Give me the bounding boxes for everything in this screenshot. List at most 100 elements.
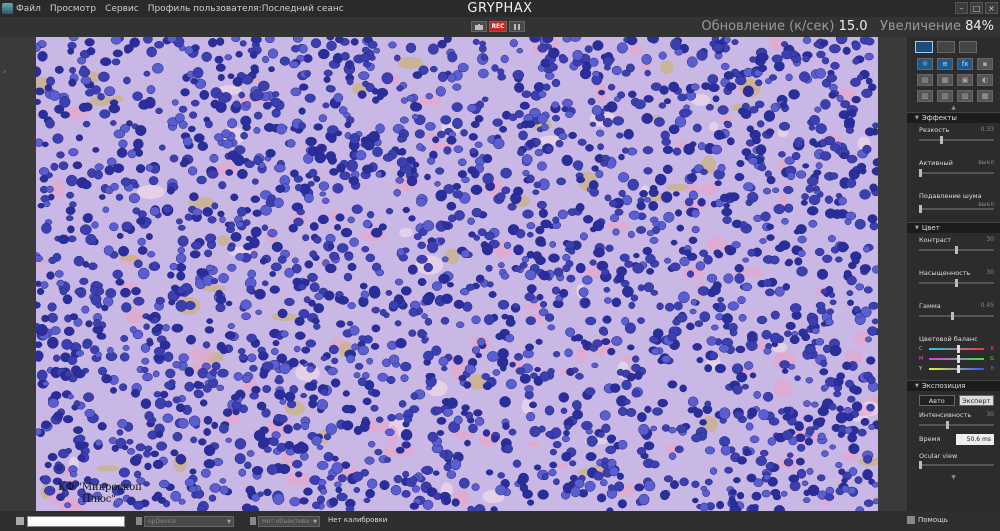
balance-cr-slider[interactable]: C R (919, 344, 994, 354)
collapse-triangle-icon: ▼ (915, 383, 919, 389)
expert-exposure-button[interactable]: Эксперт (958, 395, 994, 406)
saturation-value: 30 (986, 269, 994, 276)
noise-slider[interactable] (919, 205, 994, 213)
sharpness-control: Резкость 0.33 (907, 123, 1000, 156)
text-tool-icon[interactable] (16, 517, 24, 525)
gamma-value: 0.45 (980, 302, 994, 309)
contrast-value: 30 (986, 236, 994, 243)
pause-icon (514, 23, 520, 30)
balance-left-label: M (919, 356, 924, 362)
tool-icon-5[interactable]: ▤ (917, 74, 933, 86)
effects-section-header[interactable]: ▼ Эффекты (907, 112, 1000, 123)
exposure-mode-toggle: Авто Эксперт (907, 391, 1000, 408)
view-mode-1-button[interactable] (915, 41, 933, 53)
device-icon (136, 517, 142, 525)
brightness-icon[interactable]: ☼ (917, 58, 933, 70)
contrast-control: Контраст 30 (907, 233, 1000, 266)
menu-bar: Файл Просмотр Сервис Профиль пользовател… (0, 0, 1000, 17)
noise-label: Подавление шума (919, 192, 982, 200)
chevron-up-icon[interactable]: ▲ (907, 104, 1000, 112)
view-mode-3-button[interactable] (959, 41, 977, 53)
close-button[interactable]: × (985, 2, 998, 14)
tool-icon-12[interactable]: ▩ (977, 90, 993, 102)
tool-icons-row-3: ▥ ▧ ▨ ▩ (907, 88, 1000, 104)
effects-title: Эффекты (921, 114, 957, 122)
slider-thumb[interactable] (955, 279, 958, 287)
slider-thumb[interactable] (956, 345, 960, 353)
tool-icon-8[interactable]: ◐ (977, 74, 993, 86)
snapshot-button[interactable] (471, 21, 487, 32)
tool-icons-row-2: ▤ ▦ ▣ ◐ (907, 72, 1000, 88)
objective-dropdown[interactable]: Нет объектива ▼ (258, 516, 320, 527)
fx-icon[interactable]: fx (957, 58, 973, 70)
balance-right-label: G (990, 356, 994, 362)
slider-thumb[interactable] (956, 355, 960, 363)
menu-user-profile[interactable]: Профиль пользователя:Последний сеанс (148, 4, 344, 14)
slider-thumb[interactable] (919, 461, 922, 469)
help-icon (907, 516, 915, 524)
menu-view[interactable]: Просмотр (50, 4, 96, 14)
minimize-button[interactable]: – (955, 2, 968, 14)
window-controls: – □ × (955, 2, 998, 14)
chevron-down-icon[interactable]: ▼ (907, 474, 1000, 482)
status-readout: Обновление (к/сек) 15.0 Увеличение 84% (701, 19, 994, 34)
sharpness-value: 0.33 (980, 126, 994, 133)
tool-icon-10[interactable]: ▧ (937, 90, 953, 102)
image-icon[interactable]: ▪ (977, 58, 993, 70)
menu-file[interactable]: Файл (16, 4, 41, 14)
zoom-value: 84% (965, 19, 994, 34)
objective-placeholder: Нет объектива (262, 518, 310, 525)
left-collapse-strip[interactable]: › (0, 37, 36, 511)
help-button[interactable]: Помощь (907, 516, 948, 524)
balance-mg-slider[interactable]: M G (919, 354, 994, 364)
slider-thumb[interactable] (919, 205, 922, 213)
device-dropdown[interactable]: opDevice ▼ (144, 516, 234, 527)
slider-thumb[interactable] (955, 246, 958, 254)
view-mode-2-button[interactable] (937, 41, 955, 53)
record-button[interactable]: REC (489, 21, 507, 32)
slider-thumb[interactable] (956, 365, 960, 373)
annotation-input[interactable] (27, 516, 125, 527)
sharpness-slider[interactable] (919, 136, 994, 144)
noise-control: Подавление шума выкл (907, 189, 1000, 222)
chevron-right-icon: › (3, 67, 7, 76)
maximize-button[interactable]: □ (970, 2, 983, 14)
tool-icon-6[interactable]: ▦ (937, 74, 953, 86)
slider-thumb[interactable] (919, 169, 922, 177)
tool-icon-9[interactable]: ▥ (917, 90, 933, 102)
intensity-label: Интенсивность (919, 411, 972, 419)
adjust-icon[interactable]: ≡ (937, 58, 953, 70)
saturation-control: Насыщенность 30 (907, 266, 1000, 299)
gamma-slider[interactable] (919, 312, 994, 320)
control-panel: ☼ ≡ fx ▪ ▤ ▦ ▣ ◐ ▥ ▧ ▨ ▩ ▲ ▼ Эффекты Рез… (907, 37, 1000, 511)
color-section-header[interactable]: ▼ Цвет (907, 222, 1000, 233)
balance-left-label: C (919, 346, 923, 352)
right-collapse-strip[interactable]: › (878, 37, 910, 511)
noise-value: выкл (978, 201, 994, 208)
pause-button[interactable] (509, 21, 525, 32)
tool-icon-7[interactable]: ▣ (957, 74, 973, 86)
contrast-slider[interactable] (919, 246, 994, 254)
active-slider[interactable] (919, 169, 994, 177)
time-input[interactable]: 50.6 ms (956, 434, 994, 445)
slider-thumb[interactable] (940, 136, 943, 144)
capture-toolbar: REC Обновление (к/сек) 15.0 Увеличение 8… (0, 17, 1000, 37)
auto-exposure-button[interactable]: Авто (919, 395, 955, 406)
app-icon (2, 3, 13, 14)
microscopy-image (36, 37, 878, 511)
ocular-view-slider[interactable] (919, 461, 994, 469)
live-image-viewport[interactable]: КФ "Микроскоп Плюс" (36, 37, 878, 511)
saturation-slider[interactable] (919, 279, 994, 287)
intensity-slider[interactable] (919, 421, 994, 429)
slider-thumb[interactable] (950, 312, 954, 320)
slider-thumb[interactable] (946, 421, 949, 429)
tool-icon-11[interactable]: ▨ (957, 90, 973, 102)
watermark-line1: КФ "Микроскоп (58, 482, 142, 493)
exposure-section-header[interactable]: ▼ Экспозиция (907, 380, 1000, 391)
menu-service[interactable]: Сервис (105, 4, 139, 14)
help-label: Помощь (918, 516, 948, 524)
gryphax-window: Файл Просмотр Сервис Профиль пользовател… (0, 0, 1000, 531)
active-control: Активный выкл (907, 156, 1000, 189)
balance-yb-slider[interactable]: Y B (919, 364, 994, 374)
color-title: Цвет (921, 224, 940, 232)
